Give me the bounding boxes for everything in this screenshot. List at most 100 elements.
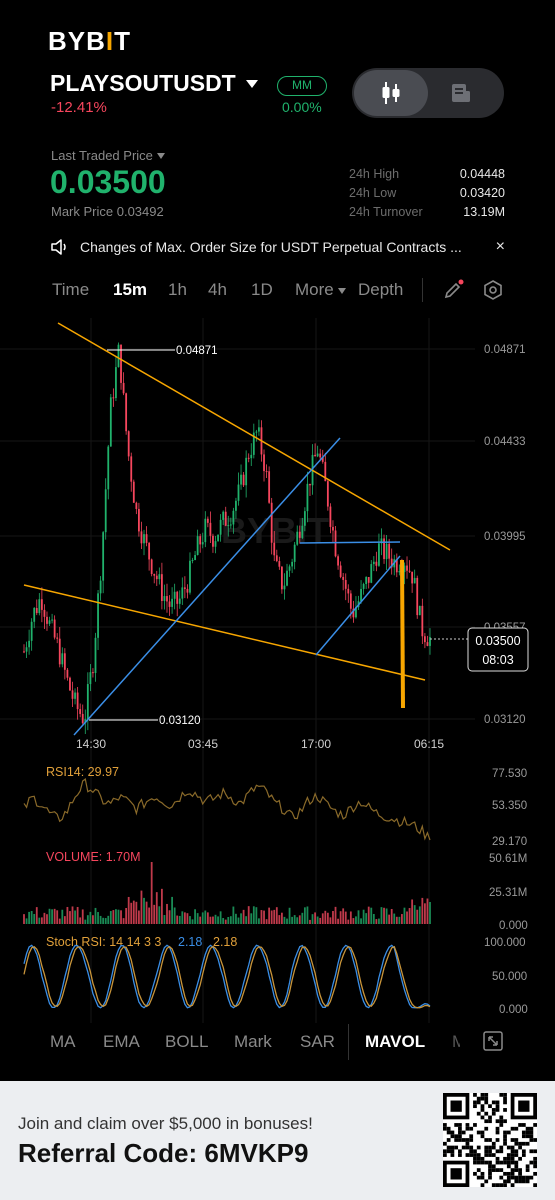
mm-value: 0.00%: [282, 99, 322, 115]
tab-1d[interactable]: 1D: [251, 280, 273, 300]
volume-bar: [406, 911, 408, 924]
volume-bar: [316, 916, 319, 924]
volume-bar: [40, 917, 43, 924]
volume-bar: [385, 908, 388, 924]
tab-ema[interactable]: EMA: [103, 1032, 140, 1052]
candle: [23, 644, 25, 654]
volume-bar: [86, 915, 89, 924]
trendline-channel-blue[interactable]: [315, 555, 401, 656]
volume-bar: [206, 912, 209, 924]
candlestick-icon: [382, 82, 400, 104]
last-price: 0.03500: [50, 164, 166, 200]
tab-depth[interactable]: Depth: [358, 280, 403, 300]
rsi-panel: RSI14: 29.97 77.530 53.350 29.170: [23, 765, 527, 848]
candle: [163, 584, 166, 610]
candle: [212, 533, 214, 553]
volume-bar: [372, 913, 375, 924]
bybit-logo: BYBIT: [48, 26, 132, 56]
last-price-label[interactable]: Last Traded Price: [51, 148, 165, 163]
candle: [53, 615, 56, 640]
volume-bar: [178, 915, 181, 924]
volume-bar: [378, 918, 380, 924]
x-tick: 03:45: [188, 737, 218, 751]
candle: [413, 569, 416, 584]
pencil-icon: [444, 279, 464, 299]
candle: [86, 672, 89, 731]
candle: [107, 444, 110, 500]
trendline-rising-blue[interactable]: [73, 437, 341, 736]
volume-bar: [163, 915, 166, 924]
candle: [40, 587, 43, 623]
volume-bar: [370, 907, 373, 924]
candle: [135, 501, 138, 515]
close-icon[interactable]: ×: [496, 238, 505, 256]
candle: [92, 668, 94, 678]
tab-time[interactable]: Time: [52, 280, 89, 300]
trendline-lower-orange[interactable]: [23, 584, 426, 681]
pair-selector[interactable]: PLAYSOUTUSDT: [50, 70, 258, 97]
stoch-y-tick: 100.000: [484, 937, 526, 949]
volume-bar: [235, 913, 237, 924]
timeframe-tabs: Time 15m 1h 4h 1D More Depth: [52, 278, 555, 306]
chart-view-button[interactable]: [354, 70, 428, 116]
drop-marker-orange[interactable]: [400, 559, 405, 709]
x-tick: 06:15: [414, 737, 444, 751]
tab-1h[interactable]: 1h: [168, 280, 187, 300]
tab-15m[interactable]: 15m: [113, 280, 147, 300]
candle: [255, 429, 258, 442]
draw-tool-button[interactable]: [442, 279, 464, 306]
candle: [332, 520, 334, 543]
tab-mark[interactable]: Mark: [234, 1032, 272, 1052]
y-tick: 0.04871: [484, 344, 526, 356]
candle: [109, 394, 112, 447]
candle: [148, 541, 151, 571]
volume-bar: [319, 917, 322, 924]
volume-bar: [109, 911, 112, 924]
tab-boll[interactable]: BOLL: [165, 1032, 208, 1052]
volume-bar: [30, 911, 33, 924]
qr-code[interactable]: [443, 1093, 537, 1187]
tab-more-cut[interactable]: M: [452, 1032, 460, 1052]
candle: [48, 616, 51, 627]
settings-button[interactable]: [482, 279, 504, 306]
candle: [138, 502, 140, 537]
price-chart[interactable]: BYBIT 0.04871 0.03120 0.04871 0.04433 0.…: [0, 318, 555, 1028]
volume-bar: [191, 919, 194, 924]
volume-bar: [421, 897, 424, 924]
candle: [250, 443, 253, 467]
volume-bar: [408, 908, 411, 924]
volume-bar: [309, 919, 311, 924]
tab-more[interactable]: More: [295, 280, 347, 300]
volume-bar: [355, 916, 357, 924]
tab-ma[interactable]: MA: [50, 1032, 76, 1052]
volume-bar: [224, 919, 227, 924]
candle: [160, 562, 163, 610]
candle: [46, 611, 48, 631]
volume-bar: [240, 913, 242, 924]
tab-sar[interactable]: SAR: [300, 1032, 335, 1052]
volume-bar: [229, 916, 232, 924]
announcement-bar[interactable]: Changes of Max. Order Size for USDT Perp…: [50, 238, 505, 256]
mm-badge[interactable]: MM: [277, 76, 327, 96]
candle: [79, 703, 82, 718]
volume-bar: [92, 915, 94, 924]
volume-bar: [398, 916, 401, 924]
candle: [362, 582, 365, 595]
volume-bar: [403, 907, 406, 924]
trendline-flat-blue[interactable]: [299, 541, 401, 544]
candle: [286, 563, 288, 587]
candle: [278, 556, 281, 570]
candle: [71, 681, 74, 708]
tab-mavol[interactable]: MAVOL: [365, 1032, 425, 1052]
volume-bar: [69, 911, 71, 924]
fullscreen-button[interactable]: [482, 1030, 504, 1057]
candle: [283, 573, 286, 600]
candle: [94, 632, 97, 682]
volume-bar: [199, 916, 202, 924]
trade-view-button[interactable]: [426, 70, 496, 116]
volume-bar: [296, 917, 299, 924]
tab-4h[interactable]: 4h: [208, 280, 227, 300]
volume-bar: [102, 917, 105, 924]
view-toggle[interactable]: [352, 68, 504, 118]
candle: [168, 595, 171, 616]
